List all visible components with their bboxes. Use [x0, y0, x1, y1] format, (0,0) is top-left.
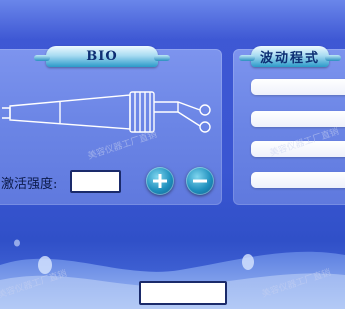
bottom-display-field[interactable]	[139, 281, 227, 305]
wave-program-title: 波动程式	[239, 46, 341, 67]
intensity-label: 激活强度:	[1, 177, 58, 192]
bio-panel-title: BIO	[34, 46, 170, 67]
handpiece-icon	[2, 91, 211, 133]
plus-icon	[153, 174, 167, 188]
app-screen: BIO 激活强度: 波动程式 美容仪器工厂直销 美容仪器工厂直销 美容仪器工厂直…	[0, 0, 345, 309]
wave-program-slot-4[interactable]	[251, 172, 345, 188]
top-glow	[0, 0, 345, 40]
decrease-button[interactable]	[186, 167, 214, 195]
minus-icon	[193, 179, 207, 183]
increase-button[interactable]	[146, 167, 174, 195]
intensity-input[interactable]	[70, 170, 121, 193]
wave-program-slot-2[interactable]	[251, 111, 345, 127]
wave-program-slot-1[interactable]	[251, 79, 345, 95]
